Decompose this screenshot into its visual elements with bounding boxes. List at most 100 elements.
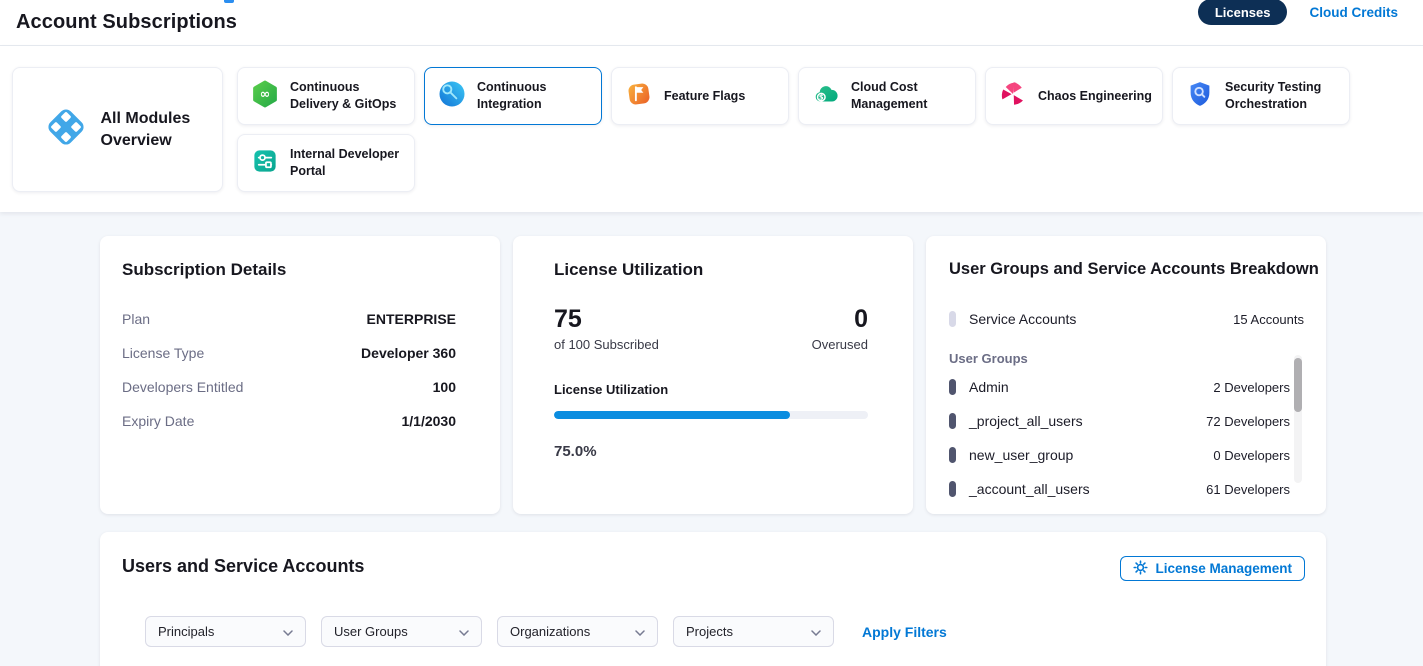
utilization-progress-track	[554, 411, 868, 419]
chaos-icon	[998, 79, 1028, 114]
users-section-title: Users and Service Accounts	[122, 556, 364, 577]
license-utilization-card: License Utilization 75 of 100 Subscribed…	[513, 236, 913, 514]
group-name: _account_all_users	[969, 481, 1090, 497]
detail-value: Developer 360	[361, 345, 456, 361]
page-header: Account Subscriptions Licenses Cloud Cre…	[0, 0, 1423, 46]
cloud-cost-icon: $	[811, 79, 841, 114]
group-marker	[949, 379, 956, 395]
licenses-tab[interactable]: Licenses	[1198, 0, 1288, 25]
organizations-dropdown[interactable]: Organizations	[497, 616, 658, 647]
service-accounts-value: 15 Accounts	[1233, 312, 1304, 327]
used-count: 75	[554, 306, 659, 334]
utilization-percent: 75.0%	[554, 443, 868, 460]
utilization-bar-label: License Utilization	[554, 382, 868, 397]
module-label: Feature Flags	[664, 88, 745, 105]
module-card-internal-developer-portal[interactable]: Internal Developer Portal	[237, 134, 415, 192]
cd-gitops-icon: ∞	[250, 79, 280, 114]
user-groups-list: Admin 2 Developers _project_all_users 72…	[949, 370, 1304, 506]
module-card-security-testing[interactable]: Security Testing Orchestration	[1172, 67, 1350, 125]
user-groups-heading: User Groups	[949, 351, 1304, 366]
projects-dropdown[interactable]: Projects	[673, 616, 834, 647]
overused-block: 0 Overused	[812, 306, 868, 352]
detail-value: 1/1/2030	[402, 413, 457, 429]
all-modules-overview-label: All Modules Overview	[101, 108, 193, 151]
group-value: 61 Developers	[1206, 482, 1290, 497]
detail-row-developers-entitled: Developers Entitled 100	[122, 370, 456, 404]
list-scrollbar-track[interactable]	[1294, 355, 1302, 483]
detail-row-expiry-date: Expiry Date 1/1/2030	[122, 404, 456, 438]
group-marker	[949, 481, 956, 497]
header-actions: Licenses Cloud Credits	[1198, 0, 1398, 25]
principals-dropdown[interactable]: Principals	[145, 616, 306, 647]
module-card-continuous-integration[interactable]: Continuous Integration	[424, 67, 602, 125]
module-label: Security Testing Orchestration	[1225, 79, 1339, 113]
detail-label: License Type	[122, 345, 204, 361]
all-modules-overview-card[interactable]: All Modules Overview	[12, 67, 223, 192]
user-group-row: _account_all_users 61 Developers	[949, 472, 1290, 506]
group-value: 2 Developers	[1213, 380, 1290, 395]
user-group-row: Admin 2 Developers	[949, 370, 1290, 404]
page-title: Account Subscriptions	[16, 11, 237, 34]
detail-label: Plan	[122, 311, 150, 327]
module-card-feature-flags[interactable]: Feature Flags	[611, 67, 789, 125]
svg-text:∞: ∞	[260, 86, 270, 101]
module-card-cd-gitops[interactable]: ∞ Continuous Delivery & GitOps	[237, 67, 415, 125]
idp-icon	[250, 146, 280, 181]
group-name: new_user_group	[969, 447, 1073, 463]
dropdown-label: Organizations	[510, 624, 590, 639]
gear-icon	[1133, 560, 1148, 578]
security-testing-icon	[1185, 79, 1215, 114]
used-block: 75 of 100 Subscribed	[554, 306, 659, 352]
dropdown-label: User Groups	[334, 624, 408, 639]
chevron-down-icon	[459, 624, 469, 639]
used-caption: of 100 Subscribed	[554, 337, 659, 352]
service-accounts-marker	[949, 311, 956, 327]
users-head: Users and Service Accounts License Manag…	[122, 556, 1305, 581]
dropdown-label: Principals	[158, 624, 214, 639]
utilization-progress-fill	[554, 411, 790, 419]
apply-filters-link[interactable]: Apply Filters	[862, 624, 947, 640]
service-accounts-label: Service Accounts	[969, 311, 1076, 327]
license-utilization-title: License Utilization	[554, 260, 868, 280]
group-marker	[949, 413, 956, 429]
module-label: Internal Developer Portal	[290, 146, 404, 180]
license-management-button[interactable]: License Management	[1120, 556, 1305, 581]
users-service-accounts-card: Users and Service Accounts License Manag…	[100, 532, 1326, 666]
module-label: Cloud Cost Management	[851, 79, 965, 113]
main-content: Subscription Details Plan ENTERPRISE Lic…	[0, 212, 1423, 666]
subscription-details-title: Subscription Details	[122, 260, 456, 280]
dropdown-label: Projects	[686, 624, 733, 639]
detail-row-plan: Plan ENTERPRISE	[122, 302, 456, 336]
detail-row-license-type: License Type Developer 360	[122, 336, 456, 370]
breakdown-card: User Groups and Service Accounts Breakdo…	[926, 236, 1326, 514]
group-name: _project_all_users	[969, 413, 1083, 429]
module-label: Chaos Engineering	[1038, 88, 1152, 105]
module-card-chaos-engineering[interactable]: Chaos Engineering	[985, 67, 1163, 125]
detail-value: ENTERPRISE	[367, 311, 456, 327]
subscription-details-card: Subscription Details Plan ENTERPRISE Lic…	[100, 236, 500, 514]
all-modules-icon	[43, 104, 89, 155]
module-card-cloud-cost[interactable]: $ Cloud Cost Management	[798, 67, 976, 125]
group-value: 0 Developers	[1213, 448, 1290, 463]
module-label: Continuous Integration	[477, 79, 591, 113]
chevron-down-icon	[635, 624, 645, 639]
overused-count: 0	[812, 306, 868, 334]
user-groups-dropdown[interactable]: User Groups	[321, 616, 482, 647]
group-name: Admin	[969, 379, 1009, 395]
detail-value: 100	[433, 379, 456, 395]
module-cards: ∞ Continuous Delivery & GitOps Continuou…	[237, 67, 1367, 192]
svg-text:$: $	[819, 93, 824, 101]
overused-caption: Overused	[812, 337, 868, 352]
cloud-credits-tab[interactable]: Cloud Credits	[1309, 5, 1398, 20]
summary-row: Subscription Details Plan ENTERPRISE Lic…	[100, 236, 1423, 514]
breakdown-title: User Groups and Service Accounts Breakdo…	[949, 260, 1304, 279]
user-group-row: _project_all_users 72 Developers	[949, 404, 1290, 438]
detail-label: Expiry Date	[122, 413, 194, 429]
module-strip: All Modules Overview ∞ Continuous Delive…	[0, 46, 1423, 212]
license-numbers: 75 of 100 Subscribed 0 Overused	[554, 306, 868, 352]
clipped-nav-fragment	[224, 0, 234, 3]
filters-row: Principals User Groups Organizations Pro…	[145, 616, 1305, 647]
group-marker	[949, 447, 956, 463]
list-scrollbar-thumb[interactable]	[1294, 358, 1302, 412]
detail-label: Developers Entitled	[122, 379, 243, 395]
